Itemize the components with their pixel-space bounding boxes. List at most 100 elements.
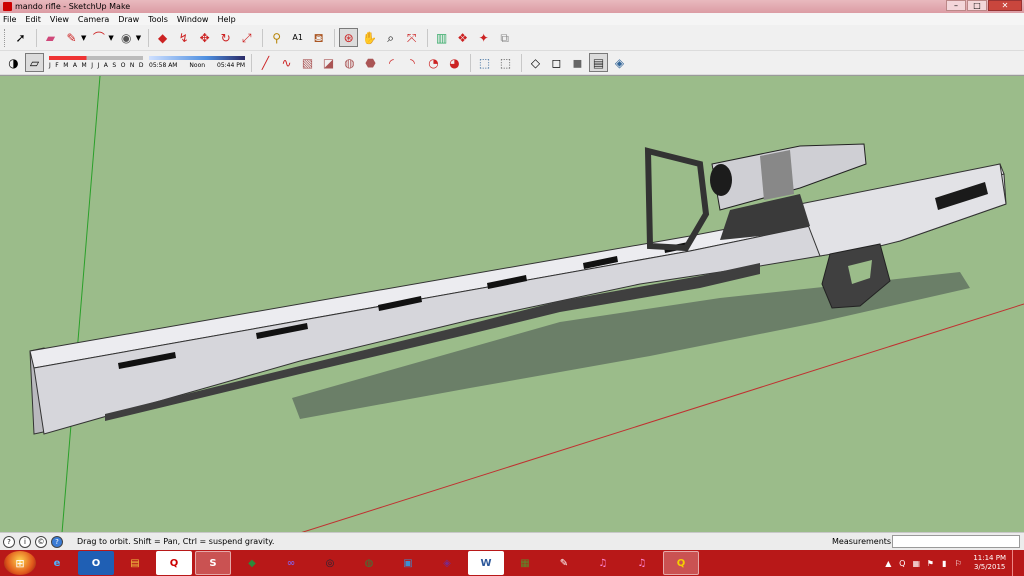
menu-draw[interactable]: Draw: [118, 15, 139, 24]
polygon-icon[interactable]: ⬣: [361, 53, 380, 72]
menu-tools[interactable]: Tools: [148, 15, 168, 24]
maximize-button[interactable]: □: [967, 0, 987, 11]
arc-3pt-icon[interactable]: ◝: [403, 53, 422, 72]
taskbar-app-green[interactable]: ◆: [234, 551, 270, 575]
chevron-down-icon[interactable]: ▼: [81, 34, 86, 42]
info-icon[interactable]: ?: [3, 535, 15, 548]
taskbar-outlook[interactable]: O: [78, 551, 114, 575]
pie-2-icon[interactable]: ◕: [445, 53, 464, 72]
circle-icon[interactable]: ◍: [340, 53, 359, 72]
pie-icon[interactable]: ◔: [424, 53, 443, 72]
menu-edit[interactable]: Edit: [25, 15, 41, 24]
taskbar-visual-studio[interactable]: ∞: [273, 551, 309, 575]
pencil-line-icon[interactable]: ✎: [62, 28, 81, 47]
taskbar-itunes-1[interactable]: ♫: [585, 551, 621, 575]
rotate-icon[interactable]: ↻: [216, 28, 235, 47]
windows-taskbar: ⊞ e O ▤ Q S ◆ ∞ ◎ ◍ ▣ ◈ W ▦ ✎ ♫ ♫ Q ▲ Q …: [0, 550, 1024, 576]
action-center-icon[interactable]: ⚑: [925, 558, 935, 568]
signal-icon[interactable]: ▮: [939, 558, 949, 568]
minimize-button[interactable]: –: [946, 0, 966, 11]
display-shadows-icon[interactable]: ▱: [25, 53, 44, 72]
chevron-down-icon[interactable]: ▼: [108, 34, 113, 42]
menu-view[interactable]: View: [50, 15, 69, 24]
style-hidden-line-icon[interactable]: ◻: [547, 53, 566, 72]
style-shaded-textures-icon[interactable]: ▤: [589, 53, 608, 72]
taskbar-halo[interactable]: ◍: [351, 551, 387, 575]
3d-warehouse-icon[interactable]: ▥: [432, 28, 451, 47]
month-slider-track[interactable]: [49, 55, 143, 60]
time-start-label: 05:58 AM: [149, 61, 178, 69]
shapes-icon[interactable]: ◉: [117, 28, 136, 47]
sketchup-app-icon: [3, 2, 12, 11]
taskbar-app-red[interactable]: ✎: [546, 551, 582, 575]
taskbar-itunes-2[interactable]: ♫: [624, 551, 660, 575]
rotated-rectangle-icon[interactable]: ◪: [319, 53, 338, 72]
style-shaded-icon[interactable]: ◼: [568, 53, 587, 72]
style-monochrome-icon[interactable]: ◈: [610, 53, 629, 72]
taskbar-internet-explorer[interactable]: e: [39, 551, 75, 575]
toolbar-separator: [36, 28, 37, 47]
draw-line-icon[interactable]: ╱: [256, 53, 275, 72]
shadow-settings-icon[interactable]: ◑: [4, 53, 23, 72]
show-hidden-icons-icon[interactable]: ▲: [883, 558, 893, 568]
paint-bucket-icon[interactable]: ⛾: [309, 28, 328, 47]
push-pull-icon[interactable]: ◆: [153, 28, 172, 47]
shadow-month-slider[interactable]: J F M A M J J A S O N D: [49, 53, 145, 73]
tape-measure-icon[interactable]: ⚲: [267, 28, 286, 47]
flag-icon[interactable]: ⚐: [953, 558, 963, 568]
text-icon[interactable]: A1: [288, 28, 307, 47]
toolbar-separator: [262, 28, 264, 47]
taskbar-sketchup[interactable]: S: [195, 551, 231, 575]
taskbar-steam[interactable]: ◎: [312, 551, 348, 575]
style-wireframe-icon[interactable]: ◇: [526, 53, 545, 72]
taskbar-file-explorer[interactable]: ▤: [117, 551, 153, 575]
chevron-down-icon[interactable]: ▼: [136, 34, 141, 42]
rifle-model-drawing: [29, 76, 1024, 532]
taskbar-box-app[interactable]: ▣: [390, 551, 426, 575]
quicken-tray-icon[interactable]: Q: [897, 558, 907, 568]
rectangle-icon[interactable]: ▧: [298, 53, 317, 72]
shadow-time-slider[interactable]: 05:58 AM Noon 05:44 PM: [149, 53, 247, 73]
move-icon[interactable]: ✥: [195, 28, 214, 47]
menu-file[interactable]: File: [3, 15, 16, 24]
follow-me-icon[interactable]: ↯: [174, 28, 193, 47]
pan-icon[interactable]: ✋: [360, 28, 379, 47]
eraser-icon[interactable]: ▰: [41, 28, 60, 47]
taskbar-clock[interactable]: 11:14 PM 3/5/2015: [973, 554, 1006, 572]
orbit-icon[interactable]: ⊛: [339, 28, 359, 47]
zoom-icon[interactable]: ⌕: [381, 28, 400, 47]
time-labels: 05:58 AM Noon 05:44 PM: [149, 62, 245, 69]
layout-icon[interactable]: ✦: [474, 28, 493, 47]
toolbar-separator: [521, 53, 522, 72]
credits-icon[interactable]: ©: [35, 535, 47, 548]
taskbar-app-purple[interactable]: ◈: [429, 551, 465, 575]
taskbar-quicken[interactable]: Q: [156, 551, 192, 575]
menu-window[interactable]: Window: [177, 15, 209, 24]
geo-location-icon[interactable]: i: [19, 535, 31, 548]
taskbar-minecraft[interactable]: ▦: [507, 551, 543, 575]
show-desktop-button[interactable]: [1012, 550, 1020, 576]
start-button[interactable]: ⊞: [4, 551, 36, 575]
taskbar-quicktime[interactable]: Q: [663, 551, 699, 575]
freehand-icon[interactable]: ∿: [277, 53, 296, 72]
style-xray-icon[interactable]: ⬚: [475, 53, 494, 72]
extension-warehouse-icon[interactable]: ❖: [453, 28, 472, 47]
toolbar-grip[interactable]: [4, 28, 7, 47]
style-back-edges-icon[interactable]: ⬚: [496, 53, 515, 72]
menu-help[interactable]: Help: [217, 15, 235, 24]
time-slider-track[interactable]: [149, 55, 245, 60]
send-to-layout-icon[interactable]: ⧉: [495, 28, 514, 47]
close-button[interactable]: ✕: [988, 0, 1022, 11]
network-tray-icon[interactable]: ▦: [911, 558, 921, 568]
zoom-extents-icon[interactable]: ⤧: [402, 28, 421, 47]
instructor-icon[interactable]: ?: [51, 535, 63, 548]
scale-icon[interactable]: ⤢: [237, 28, 256, 47]
taskbar-word[interactable]: W: [468, 551, 504, 575]
menu-camera[interactable]: Camera: [78, 15, 109, 24]
model-viewport[interactable]: [0, 75, 1024, 532]
arc-icon[interactable]: ⌒: [89, 28, 108, 47]
select-icon[interactable]: ➚: [11, 28, 30, 47]
measurements-label: Measurements: [832, 537, 892, 546]
arc-2pt-icon[interactable]: ◜: [382, 53, 401, 72]
measurements-input[interactable]: [892, 535, 1020, 548]
